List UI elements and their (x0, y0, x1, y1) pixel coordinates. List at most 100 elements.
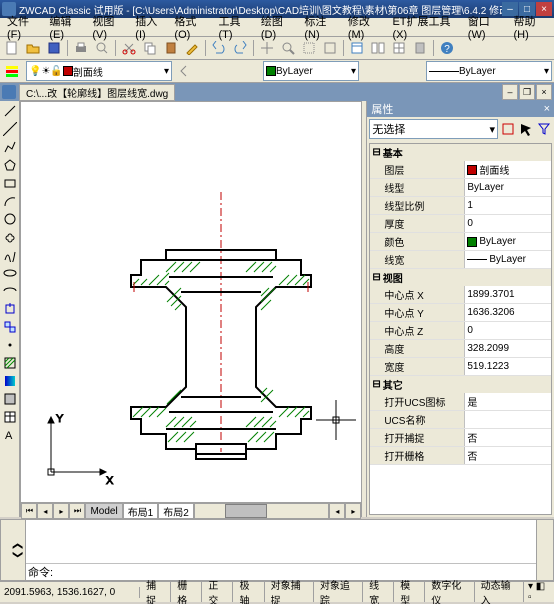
zoom-icon[interactable] (278, 38, 298, 58)
hatch-icon[interactable] (2, 355, 18, 371)
revcloud-icon[interactable] (2, 229, 18, 245)
status-toggle[interactable]: 动态输入 (475, 582, 524, 602)
status-toggle[interactable]: 正交 (202, 582, 233, 602)
rectangle-icon[interactable] (2, 175, 18, 191)
layout2-tab[interactable]: 布局2 (158, 503, 194, 519)
save-icon[interactable] (44, 38, 64, 58)
ellipse-arc-icon[interactable] (2, 283, 18, 299)
property-row[interactable]: 打开捕捉否 (370, 429, 551, 447)
zoom-prev-icon[interactable] (320, 38, 340, 58)
status-toggle[interactable]: 对象捕捉 (265, 582, 314, 602)
tab-next-button[interactable]: ▸ (53, 503, 69, 519)
mdi-close-button[interactable]: × (536, 84, 552, 100)
paste-icon[interactable] (161, 38, 181, 58)
property-row[interactable]: 宽度519.1223 (370, 358, 551, 376)
polygon-icon[interactable] (2, 157, 18, 173)
line-icon[interactable] (2, 103, 18, 119)
help-icon[interactable]: ? (437, 38, 457, 58)
chevron-down-icon[interactable]: ▾ (489, 123, 495, 136)
status-toggle[interactable]: 线宽 (363, 582, 394, 602)
canvas[interactable]: YX (21, 102, 361, 502)
preview-icon[interactable] (92, 38, 112, 58)
hscrollbar[interactable] (194, 503, 330, 519)
match-icon[interactable] (182, 38, 202, 58)
scroll-right-button[interactable]: ▸ (345, 503, 361, 519)
status-toggle[interactable]: 模型 (394, 582, 425, 602)
menu-item[interactable]: 窗口(W) (463, 12, 509, 42)
tab-first-button[interactable]: ⏮ (21, 503, 37, 519)
calc-icon[interactable] (410, 38, 430, 58)
selection-dropdown[interactable]: 无选择▾ (369, 119, 498, 139)
select-objects-icon[interactable] (518, 121, 534, 137)
gradient-icon[interactable] (2, 373, 18, 389)
property-row[interactable]: 打开栅格否 (370, 447, 551, 465)
property-row[interactable]: 颜色ByLayer (370, 233, 551, 251)
color-dropdown[interactable]: ByLayer ▾ (263, 61, 359, 81)
table-icon[interactable] (2, 409, 18, 425)
chevron-down-icon[interactable]: ▾ (351, 66, 356, 77)
property-row[interactable]: 中心点 Y1636.3206 (370, 304, 551, 322)
cut-icon[interactable] (119, 38, 139, 58)
layout1-tab[interactable]: 布局1 (123, 503, 159, 519)
open-icon[interactable] (23, 38, 43, 58)
tool-palette-icon[interactable] (389, 38, 409, 58)
scroll-left-button[interactable]: ◂ (329, 503, 345, 519)
command-history[interactable] (26, 520, 536, 563)
ellipse-icon[interactable] (2, 265, 18, 281)
insert-icon[interactable] (2, 301, 18, 317)
property-row[interactable]: 图层剖面线 (370, 161, 551, 179)
property-row[interactable]: 高度328.2099 (370, 340, 551, 358)
property-row[interactable]: 线型比例1 (370, 197, 551, 215)
linetype-dropdown[interactable]: ByLayer ▾ (426, 61, 552, 81)
status-toggle[interactable]: 数字化仪 (425, 582, 474, 602)
zoom-window-icon[interactable] (299, 38, 319, 58)
region-icon[interactable] (2, 391, 18, 407)
property-row[interactable]: 线宽ByLayer (370, 251, 551, 269)
layer-prev-icon[interactable] (176, 61, 196, 81)
arc-icon[interactable] (2, 193, 18, 209)
pan-icon[interactable] (257, 38, 277, 58)
design-center-icon[interactable] (368, 38, 388, 58)
quick-select-icon[interactable] (536, 121, 552, 137)
chevron-down-icon[interactable]: ▾ (544, 66, 549, 77)
spline-icon[interactable] (2, 247, 18, 263)
model-tab[interactable]: Model (85, 503, 122, 519)
block-icon[interactable] (2, 319, 18, 335)
document-tab[interactable]: C:\...改【轮廓线】图层线宽.dwg (19, 84, 175, 101)
properties-titlebar[interactable]: 属性 × (367, 101, 554, 117)
property-row[interactable]: 打开UCS图标是 (370, 393, 551, 411)
mdi-minimize-button[interactable]: – (502, 84, 518, 100)
tab-last-button[interactable]: ⏭ (69, 503, 85, 519)
layer-props-icon[interactable] (2, 61, 22, 81)
property-row[interactable]: UCS名称 (370, 411, 551, 429)
command-scrollbar[interactable] (536, 520, 553, 580)
redo-icon[interactable] (230, 38, 250, 58)
point-icon[interactable] (2, 337, 18, 353)
property-category[interactable]: ⊟ 视图 (370, 269, 551, 286)
layer-dropdown[interactable]: 💡 ☀ 🔓 剖面线 ▾ (26, 61, 172, 81)
menu-item[interactable]: 帮助(H) (508, 12, 552, 42)
status-toggle[interactable]: 栅格 (171, 582, 202, 602)
mtext-icon[interactable]: A (2, 427, 18, 443)
property-category[interactable]: ⊟ 其它 (370, 376, 551, 393)
mdi-restore-button[interactable]: ❐ (519, 84, 535, 100)
new-icon[interactable] (2, 38, 22, 58)
status-toggle[interactable]: 捕捉 (140, 582, 171, 602)
print-icon[interactable] (71, 38, 91, 58)
circle-icon[interactable] (2, 211, 18, 227)
properties-icon[interactable] (347, 38, 367, 58)
property-row[interactable]: 中心点 X1899.3701 (370, 286, 551, 304)
property-row[interactable]: 中心点 Z0 (370, 322, 551, 340)
pick-add-icon[interactable] (500, 121, 516, 137)
property-category[interactable]: ⊟ 基本 (370, 144, 551, 161)
pline-icon[interactable] (2, 139, 18, 155)
status-toggle[interactable]: 极轴 (233, 582, 264, 602)
property-row[interactable]: 线型ByLayer (370, 179, 551, 197)
status-toggle[interactable]: 对象追踪 (314, 582, 363, 602)
xline-icon[interactable] (2, 121, 18, 137)
undo-icon[interactable] (209, 38, 229, 58)
copy-icon[interactable] (140, 38, 160, 58)
chevron-down-icon[interactable]: ▾ (164, 66, 169, 77)
properties-close-icon[interactable]: × (544, 103, 550, 115)
property-row[interactable]: 厚度0 (370, 215, 551, 233)
